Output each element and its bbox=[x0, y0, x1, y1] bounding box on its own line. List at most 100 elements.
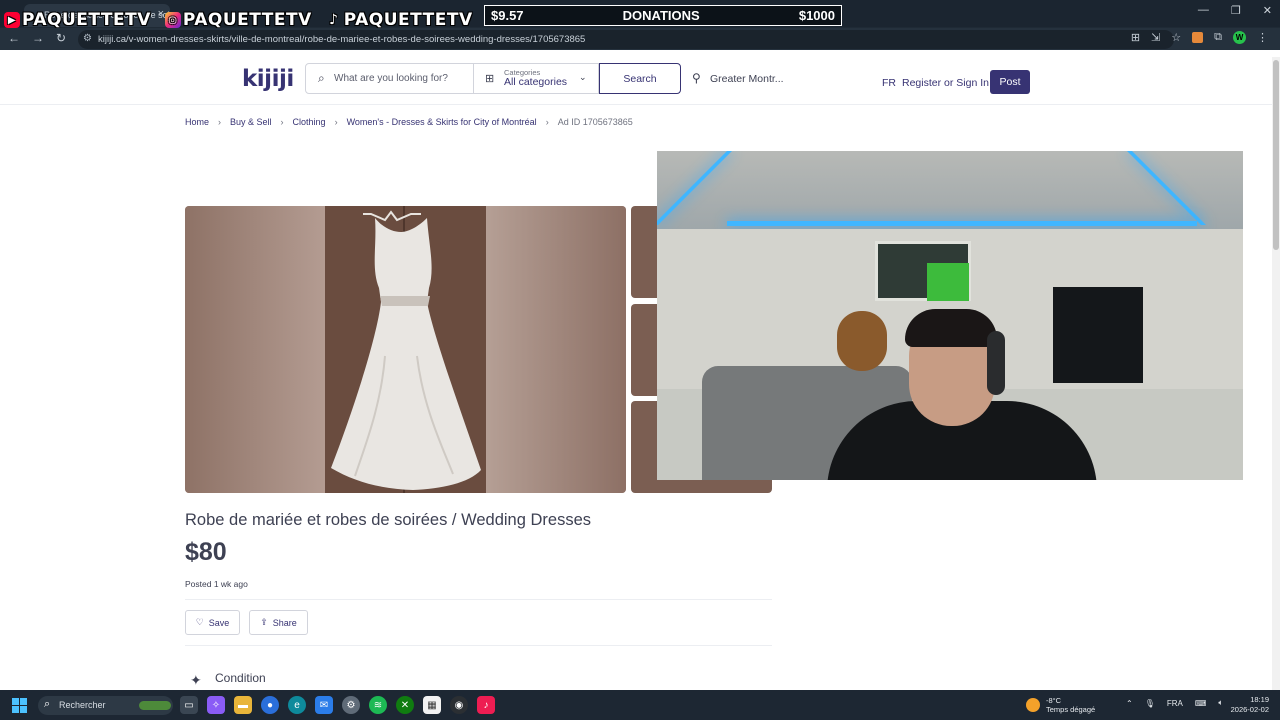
mail-icon[interactable]: ✉ bbox=[315, 696, 333, 714]
bookmark-star-icon[interactable]: ☆ bbox=[1171, 31, 1181, 44]
breadcrumb: Home › Buy & Sell › Clothing › Women's -… bbox=[185, 117, 633, 127]
categories-select[interactable]: All categories bbox=[504, 76, 567, 88]
donations-current: $9.57 bbox=[491, 8, 524, 23]
photo-blur-right bbox=[486, 206, 626, 493]
url-text: kijiji.ca/v-women-dresses-skirts/ville-d… bbox=[98, 34, 586, 45]
reload-icon[interactable]: ↻ bbox=[56, 31, 66, 45]
windows-start-icon[interactable] bbox=[12, 698, 27, 713]
microphone-icon[interactable]: 🎙︎ bbox=[1145, 699, 1155, 708]
settings-icon[interactable]: ⚙ bbox=[342, 696, 360, 714]
clock-date: 2026-02-02 bbox=[1230, 705, 1269, 714]
location-pin-icon: ⚲ bbox=[692, 71, 701, 85]
heart-icon: ♡ bbox=[195, 617, 204, 627]
weather-temp: -8°C bbox=[1046, 696, 1062, 705]
youtube-icon: ▶ bbox=[4, 12, 20, 28]
webcam-ceiling bbox=[657, 151, 1243, 229]
share-icon: ⇪ bbox=[260, 617, 268, 627]
chrome-icon[interactable]: ● bbox=[261, 696, 279, 714]
breadcrumb-category[interactable]: Women's - Dresses & Skirts for City of M… bbox=[347, 117, 537, 127]
window-controls: — ❐ ✕ bbox=[1198, 4, 1272, 17]
system-tray: ⌃ 🎙︎ FRA ⌨ 🔈︎ bbox=[1126, 698, 1223, 708]
weather-text: -8°C Temps dégagé bbox=[1046, 696, 1095, 714]
condition-heading: Condition bbox=[215, 671, 266, 685]
profile-avatar[interactable]: W bbox=[1233, 31, 1246, 44]
register-signin-link[interactable]: Register or Sign In bbox=[902, 77, 989, 89]
chevron-right-icon: › bbox=[545, 117, 549, 127]
headset bbox=[987, 331, 1005, 395]
forward-icon[interactable]: → bbox=[32, 31, 44, 45]
divider bbox=[185, 645, 772, 646]
clock-time: 18:19 bbox=[1250, 695, 1269, 704]
chevron-up-icon[interactable]: ⌃ bbox=[1126, 699, 1133, 708]
close-window-icon[interactable]: ✕ bbox=[1263, 4, 1272, 17]
url-field[interactable]: ⚙ kijiji.ca/v-women-dresses-skirts/ville… bbox=[78, 30, 1174, 49]
copilot-icon[interactable]: ✧ bbox=[207, 696, 225, 714]
weather-widget[interactable]: -8°C Temps dégagé bbox=[1026, 694, 1095, 716]
install-icon[interactable]: ⇲ bbox=[1151, 31, 1160, 44]
chevron-down-icon[interactable]: ⌄ bbox=[579, 72, 587, 83]
edge-icon[interactable]: e bbox=[288, 696, 306, 714]
task-view-icon[interactable]: ▭ bbox=[180, 696, 198, 714]
site-info-icon[interactable]: ⚙ bbox=[83, 33, 92, 44]
instagram-handle: ◎ PAQUETTETV bbox=[164, 10, 312, 30]
search-highlight-graphic bbox=[139, 701, 171, 710]
file-explorer-icon[interactable]: ▬ bbox=[234, 696, 252, 714]
tiktok-app-icon[interactable]: ♪ bbox=[477, 696, 495, 714]
share-button[interactable]: ⇪ Share bbox=[249, 610, 308, 635]
streamer-hair bbox=[905, 309, 997, 347]
search-icon: ⌕ bbox=[44, 698, 51, 710]
chevron-right-icon: › bbox=[334, 117, 338, 127]
tiktok-handle: ♪ PAQUETTETV bbox=[326, 10, 473, 30]
browser-toolbar-right: ⊞ ⇲ ☆ ⧉ W ⋮ bbox=[1131, 31, 1268, 44]
webcam-plush-toy bbox=[837, 311, 887, 371]
taskbar-search[interactable]: ⌕ Rechercher bbox=[38, 696, 173, 715]
store-icon[interactable]: ▦ bbox=[423, 696, 441, 714]
volume-icon[interactable]: 🔈︎ bbox=[1218, 698, 1223, 708]
minimize-icon[interactable]: — bbox=[1198, 4, 1209, 17]
posted-date: Posted 1 wk ago bbox=[185, 579, 248, 589]
weather-desc: Temps dégagé bbox=[1046, 705, 1096, 714]
categories-grid-icon: ⊞ bbox=[485, 73, 495, 85]
webcam-tv bbox=[1053, 287, 1143, 383]
search-input[interactable] bbox=[334, 68, 470, 88]
xbox-icon[interactable]: ✕ bbox=[396, 696, 414, 714]
divider bbox=[185, 599, 772, 600]
translate-icon[interactable]: ⊞ bbox=[1131, 31, 1140, 44]
extensions-puzzle-icon[interactable]: ⧉ bbox=[1214, 31, 1222, 44]
language-indicator[interactable]: FRA bbox=[1167, 699, 1183, 708]
youtube-handle: ▶ PAQUETTETV bbox=[4, 10, 151, 30]
save-button[interactable]: ♡ Save bbox=[185, 610, 240, 635]
back-icon[interactable]: ← bbox=[8, 31, 20, 45]
webcam-green-screen bbox=[927, 263, 969, 301]
menu-kebab-icon[interactable]: ⋮ bbox=[1257, 31, 1268, 44]
taskbar-clock[interactable]: 18:19 2026-02-02 bbox=[1229, 695, 1269, 715]
donations-goal: $1000 bbox=[798, 8, 835, 23]
save-label: Save bbox=[208, 617, 230, 628]
obs-icon[interactable]: ◉ bbox=[450, 696, 468, 714]
search-icon: ⌕ bbox=[318, 71, 325, 85]
maximize-icon[interactable]: ❐ bbox=[1231, 4, 1241, 17]
instagram-icon: ◎ bbox=[164, 12, 181, 28]
search-button[interactable]: Search bbox=[599, 63, 681, 94]
webcam-overlay bbox=[657, 151, 1243, 480]
network-icon[interactable]: ⌨ bbox=[1195, 699, 1207, 708]
spotify-icon[interactable]: ≋ bbox=[369, 696, 387, 714]
language-toggle-link[interactable]: FR bbox=[882, 77, 896, 89]
extension-orange-icon[interactable] bbox=[1192, 32, 1204, 43]
scrollbar-thumb[interactable] bbox=[1273, 60, 1279, 250]
donations-label: DONATIONS bbox=[622, 8, 700, 23]
post-ad-button[interactable]: Post bbox=[990, 70, 1030, 94]
breadcrumb-home[interactable]: Home bbox=[185, 117, 209, 127]
listing-title: Robe de mariée et robes de soirées / Wed… bbox=[185, 511, 591, 529]
sparkle-icon: ✦ bbox=[190, 672, 202, 688]
breadcrumb-buy-sell[interactable]: Buy & Sell bbox=[230, 117, 272, 127]
listing-main-photo[interactable] bbox=[185, 206, 626, 493]
location-field[interactable]: Greater Montr... bbox=[710, 73, 784, 85]
led-strip bbox=[727, 221, 1197, 226]
breadcrumb-clothing[interactable]: Clothing bbox=[293, 117, 326, 127]
chevron-right-icon: › bbox=[280, 117, 284, 127]
search-divider bbox=[473, 63, 474, 94]
nav-controls: ← → ↻ bbox=[8, 31, 66, 45]
kijiji-logo[interactable]: kijiji bbox=[242, 66, 294, 92]
listing-price: $80 bbox=[185, 538, 227, 566]
